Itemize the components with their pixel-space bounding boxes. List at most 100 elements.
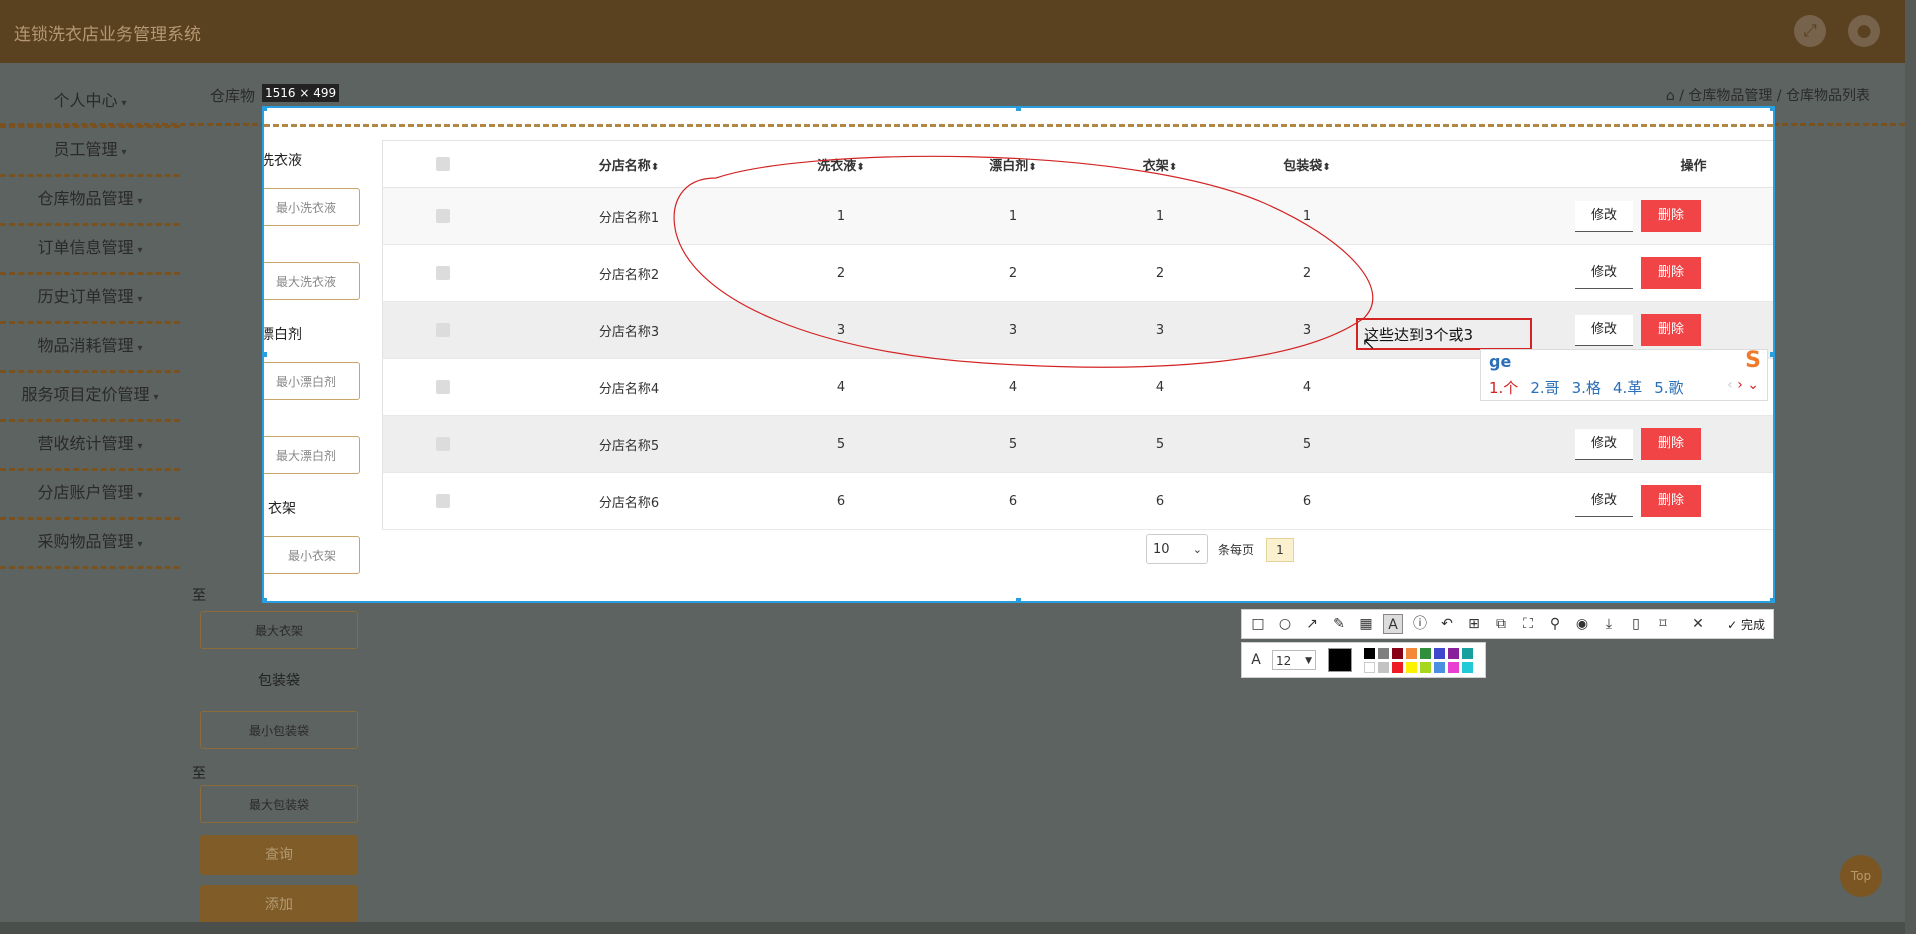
sidebar-item-orders[interactable]: 订单信息管理 ▾ bbox=[0, 224, 180, 275]
back-to-top-button[interactable]: Top bbox=[1840, 855, 1882, 897]
annotation-text-box[interactable]: 这些达到3个或3 bbox=[1356, 318, 1532, 350]
color-swatch[interactable] bbox=[1462, 648, 1473, 659]
max-bag-input[interactable]: 最大包装袋 bbox=[200, 785, 358, 823]
pencil-tool-icon[interactable]: ✎ bbox=[1329, 614, 1349, 634]
ime-candidate[interactable]: 2.哥 bbox=[1530, 379, 1559, 397]
sidebar-item-revenue[interactable]: 营收统计管理 ▾ bbox=[0, 420, 180, 471]
ime-candidates: 1.个 2.哥 3.格 4.革 5.歌 bbox=[1489, 377, 1696, 398]
done-button[interactable]: ✓ 完成 bbox=[1727, 616, 1765, 633]
horizontal-scrollbar[interactable] bbox=[0, 922, 1905, 934]
chevron-down-icon: ▾ bbox=[137, 539, 143, 550]
top-bar: 连锁洗衣店业务管理系统 ⤢ ● bbox=[0, 0, 1905, 63]
check-icon: ✓ bbox=[1727, 618, 1738, 632]
record-icon[interactable]: ◉ bbox=[1572, 614, 1592, 634]
ime-composition: ge bbox=[1489, 352, 1512, 371]
font-size-select[interactable]: 12 ▼ bbox=[1272, 650, 1316, 670]
chevron-right-icon[interactable]: › bbox=[1737, 377, 1743, 393]
color-swatch[interactable] bbox=[1364, 662, 1375, 673]
ime-candidate[interactable]: 4.革 bbox=[1613, 379, 1642, 397]
ime-nav: ‹ › ⌄ bbox=[1727, 377, 1759, 393]
color-swatch[interactable] bbox=[1406, 662, 1417, 673]
vertical-scrollbar[interactable] bbox=[1905, 0, 1916, 934]
page-title: 仓库物 bbox=[210, 87, 256, 105]
current-color-swatch[interactable] bbox=[1328, 648, 1352, 672]
chevron-down-icon: ▾ bbox=[137, 490, 143, 501]
color-swatch[interactable] bbox=[1364, 648, 1375, 659]
user-avatar-icon[interactable]: ● bbox=[1848, 15, 1880, 47]
add-button[interactable]: 添加 bbox=[200, 885, 358, 925]
resize-handle[interactable] bbox=[264, 352, 267, 357]
sidebar-item-personal-center[interactable]: 个人中心 ▾ bbox=[0, 77, 180, 128]
close-icon[interactable]: ✕ bbox=[1688, 614, 1708, 634]
max-hanger-input[interactable]: 最大衣架 bbox=[200, 611, 358, 649]
ime-candidate[interactable]: 1.个 bbox=[1489, 379, 1518, 397]
rectangle-tool-icon[interactable]: □ bbox=[1248, 614, 1268, 634]
sogou-logo-icon: S bbox=[1745, 348, 1761, 373]
ime-candidate-popup: ge S 1.个 2.哥 3.格 4.革 5.歌 ‹ › ⌄ bbox=[1480, 348, 1768, 401]
sidebar-item-pricing[interactable]: 服务项目定价管理 ▾ bbox=[0, 371, 180, 422]
capture-size-badge: 1516 × 499 bbox=[262, 84, 340, 102]
resize-handle[interactable] bbox=[1770, 598, 1773, 601]
color-swatch[interactable] bbox=[1420, 662, 1431, 673]
mosaic-tool-icon[interactable]: ▦ bbox=[1356, 614, 1376, 634]
chevron-down-icon: ▾ bbox=[121, 98, 127, 109]
color-swatch[interactable] bbox=[1448, 662, 1459, 673]
color-swatch[interactable] bbox=[1434, 662, 1445, 673]
sidebar-item-purchasing[interactable]: 采购物品管理 ▾ bbox=[0, 518, 180, 569]
sidebar-item-warehouse[interactable]: 仓库物品管理 ▾ bbox=[0, 175, 180, 226]
color-swatch[interactable] bbox=[1392, 648, 1403, 659]
chevron-down-icon: ▾ bbox=[121, 147, 127, 158]
query-button[interactable]: 查询 bbox=[200, 835, 358, 875]
sidebar-item-history-orders[interactable]: 历史订单管理 ▾ bbox=[0, 273, 180, 324]
color-swatch[interactable] bbox=[1434, 648, 1445, 659]
to-label: 至 bbox=[192, 766, 206, 782]
mouse-cursor-icon: ↖ bbox=[1362, 334, 1376, 353]
undo-icon[interactable]: ↶ bbox=[1437, 614, 1457, 634]
chevron-down-icon: ▾ bbox=[137, 196, 143, 207]
chevron-down-icon: ▾ bbox=[153, 392, 159, 403]
fullscreen-icon[interactable]: ⤢ bbox=[1794, 15, 1826, 47]
text-style-bar: A 12 ▼ bbox=[1241, 642, 1486, 678]
ellipse-tool-icon[interactable]: ○ bbox=[1275, 614, 1295, 634]
resize-handle[interactable] bbox=[1016, 108, 1021, 111]
min-bag-input[interactable]: 最小包装袋 bbox=[200, 711, 358, 749]
ocr-icon[interactable]: ⊞ bbox=[1464, 614, 1484, 634]
translate-icon[interactable]: ⧉ bbox=[1491, 614, 1511, 634]
text-tool-icon[interactable]: A bbox=[1383, 614, 1403, 634]
color-swatch[interactable] bbox=[1392, 662, 1403, 673]
phone-icon[interactable]: ▯ bbox=[1626, 614, 1646, 634]
color-swatch[interactable] bbox=[1420, 648, 1431, 659]
sidebar-item-consumption[interactable]: 物品消耗管理 ▾ bbox=[0, 322, 180, 373]
color-swatch[interactable] bbox=[1448, 648, 1459, 659]
screenshot-toolbar: □ ○ ↗ ✎ ▦ A ⓘ ↶ ⊞ ⧉ ⛶ ⚲ ◉ ⤓ ▯ ⌑ ✕ ✓ 完成 bbox=[1241, 609, 1774, 639]
sidebar-item-branch-accounts[interactable]: 分店账户管理 ▾ bbox=[0, 469, 180, 520]
resize-handle[interactable] bbox=[264, 598, 267, 601]
chevron-down-icon[interactable]: ⌄ bbox=[1747, 377, 1759, 393]
number-tool-icon[interactable]: ⓘ bbox=[1410, 614, 1430, 634]
resize-handle[interactable] bbox=[1016, 598, 1021, 601]
ime-candidate[interactable]: 3.格 bbox=[1572, 379, 1601, 397]
home-icon[interactable]: ⌂ bbox=[1666, 88, 1679, 104]
chevron-down-icon: ▾ bbox=[137, 294, 143, 305]
resize-handle[interactable] bbox=[1770, 352, 1773, 357]
color-swatch[interactable] bbox=[1378, 648, 1389, 659]
ime-candidate[interactable]: 5.歌 bbox=[1654, 379, 1683, 397]
chevron-down-icon: ▾ bbox=[137, 343, 143, 354]
sidebar-item-staff[interactable]: 员工管理 ▾ bbox=[0, 126, 180, 177]
arrow-tool-icon[interactable]: ↗ bbox=[1302, 614, 1322, 634]
pin-icon[interactable]: ⚲ bbox=[1545, 614, 1565, 634]
download-icon[interactable]: ⤓ bbox=[1599, 614, 1619, 634]
color-swatch[interactable] bbox=[1406, 648, 1417, 659]
scan-icon[interactable]: ⛶ bbox=[1518, 614, 1538, 634]
app-title: 连锁洗衣店业务管理系统 bbox=[14, 25, 201, 45]
chevron-down-icon: ▾ bbox=[137, 441, 143, 452]
breadcrumb: ⌂ / 仓库物品管理 / 仓库物品列表 bbox=[1665, 88, 1870, 104]
color-swatch[interactable] bbox=[1462, 662, 1473, 673]
resize-handle[interactable] bbox=[264, 108, 267, 111]
chevron-down-icon: ▼ bbox=[1305, 656, 1312, 666]
chevron-down-icon: ▾ bbox=[137, 245, 143, 256]
bookmark-icon[interactable]: ⌑ bbox=[1653, 614, 1673, 634]
resize-handle[interactable] bbox=[1770, 108, 1773, 111]
color-swatch[interactable] bbox=[1378, 662, 1389, 673]
chevron-left-icon[interactable]: ‹ bbox=[1727, 377, 1733, 393]
